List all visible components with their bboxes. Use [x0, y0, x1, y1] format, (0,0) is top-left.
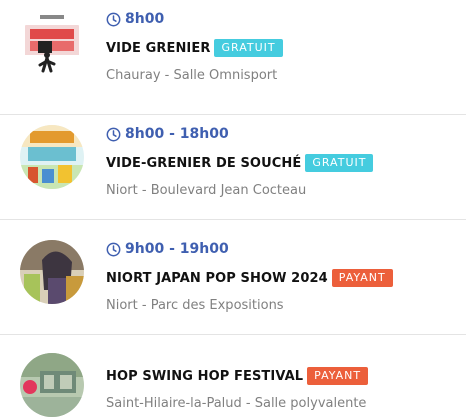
- event-time-text: 8h00: [125, 11, 165, 27]
- event-item[interactable]: HOP SWING HOP FESTIVAL PAYANT Saint-Hila…: [0, 335, 466, 420]
- price-badge: PAYANT: [331, 269, 393, 287]
- event-time: 9h00 - 19h00: [106, 240, 458, 258]
- price-badge: PAYANT: [307, 367, 369, 385]
- event-title[interactable]: HOP SWING HOP FESTIVAL: [106, 369, 303, 384]
- event-info: 8h00 - 18h00 VIDE-GRENIER DE SOUCHÉ GRAT…: [106, 125, 458, 198]
- price-badge: GRATUIT: [305, 154, 374, 172]
- event-time: 8h00: [106, 10, 458, 28]
- event-time-text: 9h00 - 19h00: [125, 241, 229, 257]
- event-item[interactable]: 9h00 - 19h00 NIORT JAPAN POP SHOW 2024 P…: [0, 220, 466, 335]
- event-info: 8h00 VIDE GRENIER GRATUIT Chauray - Sall…: [106, 10, 458, 83]
- event-item[interactable]: 8h00 - 18h00 VIDE-GRENIER DE SOUCHÉ GRAT…: [0, 105, 466, 220]
- event-item[interactable]: 8h00 VIDE GRENIER GRATUIT Chauray - Sall…: [0, 0, 466, 115]
- event-list: 8h00 VIDE GRENIER GRATUIT Chauray - Sall…: [0, 0, 466, 420]
- event-thumbnail[interactable]: [20, 125, 84, 189]
- event-location: Chauray - Salle Omnisport: [106, 68, 278, 83]
- event-thumbnail[interactable]: [20, 11, 84, 75]
- event-info: 9h00 - 19h00 NIORT JAPAN POP SHOW 2024 P…: [106, 240, 458, 313]
- clock-icon: [106, 242, 121, 257]
- event-time: 8h00 - 18h00: [106, 125, 458, 143]
- event-info: HOP SWING HOP FESTIVAL PAYANT Saint-Hila…: [106, 349, 458, 411]
- event-location: Niort - Parc des Expositions: [106, 298, 284, 313]
- event-title[interactable]: VIDE-GRENIER DE SOUCHÉ: [106, 156, 301, 171]
- event-title[interactable]: VIDE GRENIER: [106, 41, 210, 56]
- price-badge: GRATUIT: [214, 39, 283, 57]
- event-thumbnail[interactable]: [20, 240, 84, 304]
- event-location: Niort - Boulevard Jean Cocteau: [106, 183, 307, 198]
- clock-icon: [106, 127, 121, 142]
- clock-icon: [106, 12, 121, 27]
- event-time-text: 8h00 - 18h00: [125, 126, 229, 142]
- event-thumbnail[interactable]: [20, 353, 84, 417]
- event-location: Saint-Hilaire-la-Palud - Salle polyvalen…: [106, 396, 367, 411]
- event-title[interactable]: NIORT JAPAN POP SHOW 2024: [106, 271, 328, 286]
